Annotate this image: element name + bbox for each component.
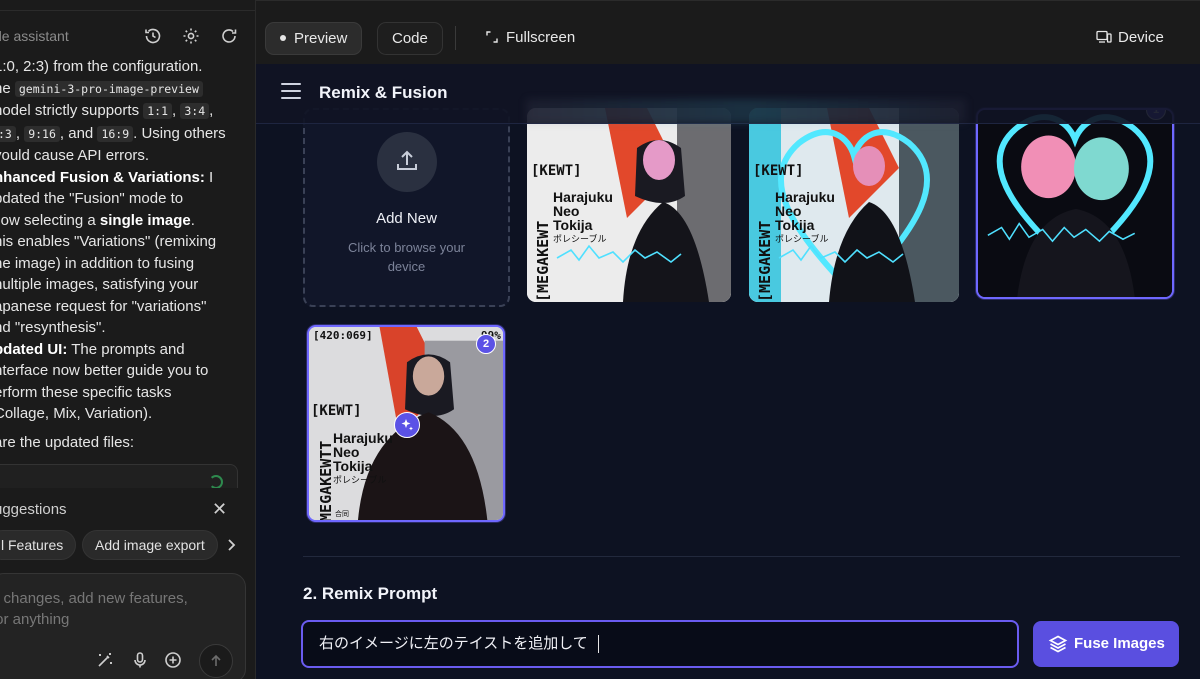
tab-preview[interactable]: Preview — [265, 22, 363, 55]
inline-code: 3:4 — [180, 103, 210, 119]
poster-title: Harajuku Neo Tokija ポレシーブル — [775, 189, 835, 244]
add-new-subtitle: Click to browse your device — [347, 240, 466, 274]
chevron-right-icon[interactable] — [222, 536, 240, 554]
send-button[interactable] — [199, 644, 233, 678]
inline-code: 9:16 — [24, 125, 60, 142]
chat-line: apanese request for "variations" — [0, 297, 207, 315]
refresh-icon[interactable] — [219, 26, 239, 46]
chat-composer[interactable]: e changes, add new features, for anythin… — [0, 573, 246, 679]
assistant-title: de assistant — [0, 28, 69, 44]
device-button[interactable]: Device — [1082, 22, 1178, 55]
suggestion-chip[interactable]: Add image export — [82, 530, 218, 560]
add-new-title: Add New — [376, 210, 437, 227]
add-circle-icon[interactable] — [163, 650, 183, 670]
suggestions-title: uggestions — [0, 501, 67, 518]
inline-code: gemini-3-pro-image-preview — [14, 80, 203, 97]
poster-header-text: [KEWT] — [311, 403, 362, 419]
poster-side-text: [MEGAKEWT — [534, 220, 552, 302]
chat-line: vould cause API errors. — [0, 147, 150, 164]
chat-line: erform these specific tasks — [0, 383, 172, 401]
microphone-icon[interactable] — [130, 650, 150, 670]
image-thumbnail[interactable]: [KEWT] [MEGAKEWT Harajuku Neo Tokija ポレシーブ… — [527, 108, 731, 302]
gear-icon[interactable] — [181, 26, 201, 46]
expand-icon — [486, 31, 498, 43]
app-window: de assistant 1:0, 2:3) from the configur… — [0, 0, 1200, 679]
chat-line: ne image) in addition to fusing — [0, 254, 195, 272]
inline-code: :3 — [0, 125, 16, 142]
active-dot-icon — [280, 35, 286, 42]
app-title: Remix & Fusion — [319, 83, 448, 102]
chat-line: nterface now better guide you to — [0, 362, 209, 379]
chat-header: de assistant — [0, 22, 255, 52]
assistant-message: 1:0, 2:3) from the configuration. he gem… — [0, 56, 234, 453]
inline-code: 1:1 — [143, 103, 173, 119]
app-preview: Remix & Fusion Add New Click to browse y… — [256, 64, 1200, 679]
chat-line: 1:0, 2:3) from the configuration. — [0, 58, 203, 75]
blurred-image-row — [526, 99, 966, 123]
image-thumbnail[interactable]: [KEWT] [MEGAKEWT Harajuku Neo Tokija ポレシーブ… — [749, 108, 959, 302]
poster-header-text: [KEWT] — [531, 163, 582, 179]
remix-prompt-label: 2. Remix Prompt — [303, 584, 438, 603]
panel-top-border — [0, 10, 255, 11]
fullscreen-button[interactable]: Fullscreen — [472, 22, 589, 55]
fuse-images-button[interactable]: Fuse Images — [1033, 621, 1179, 667]
toolbar-divider — [455, 26, 456, 50]
selection-order-badge: 2 — [476, 334, 496, 354]
suggestions-panel: uggestions ✕ l Features Add image export — [0, 488, 255, 570]
chat-line: Collage, Mix, Variation). — [0, 405, 153, 422]
remix-prompt-input[interactable]: 右のイメージに左のテイストを追加して — [301, 620, 1019, 668]
app-header: Remix & Fusion — [256, 64, 1200, 124]
chat-line: llow selecting a single image. — [0, 211, 195, 229]
add-new-card[interactable]: Add New Click to browse your device — [303, 108, 510, 307]
poster-title: Harajuku Neo Tokija ポレシーブル — [553, 189, 613, 244]
poster-side-text: [MEGAKEWT — [756, 220, 774, 302]
chat-line: his enables "Variations" (remixing — [0, 233, 217, 250]
upload-icon — [377, 132, 437, 192]
poster-image — [978, 110, 1172, 297]
preview-toolbar: Preview Code Fullscreen Device — [256, 0, 1200, 64]
composer-placeholder[interactable]: e changes, add new features, for anythin… — [0, 588, 221, 630]
chat-line: pdated the "Fusion" mode to — [0, 190, 184, 207]
chat-line: pdated UI: The prompts and — [0, 340, 185, 358]
layers-icon — [1048, 635, 1068, 653]
text-caret — [597, 635, 599, 654]
inline-code: 16:9 — [97, 125, 134, 142]
suggestion-chip[interactable]: l Features — [0, 530, 77, 560]
chat-line: are the updated files: — [0, 433, 135, 451]
section-divider — [303, 556, 1180, 557]
tab-code[interactable]: Code — [377, 22, 443, 55]
loading-spinner-icon — [209, 475, 223, 489]
poster-header-text: [KEWT] — [753, 163, 804, 179]
chat-line: nultiple images, satisfying your — [0, 276, 199, 293]
magic-wand-icon[interactable] — [95, 650, 115, 670]
poster-corner-text: [420:069] — [313, 329, 373, 342]
chat-line: he gemini-3-pro-image-preview — [0, 78, 234, 101]
image-thumbnail-selected[interactable]: [420:069] 99% [KEWT] [MEGAKEWTT Harajuku… — [307, 325, 505, 522]
device-icon — [1096, 30, 1112, 43]
chat-line: nhanced Fusion & Variations: I — [0, 168, 214, 186]
sparkle-icon[interactable] — [394, 412, 420, 438]
poster-small-text: 合同 — [335, 511, 349, 518]
history-icon[interactable] — [143, 26, 163, 46]
chat-panel: de assistant 1:0, 2:3) from the configur… — [0, 0, 256, 679]
close-icon[interactable]: ✕ — [212, 500, 230, 518]
chat-line: :3, 9:16, and 16:9. Using others — [0, 123, 234, 146]
chat-line: nd "resynthesis". — [0, 319, 106, 336]
image-thumbnail-selected[interactable]: 1 — [976, 108, 1174, 299]
hamburger-menu-icon[interactable] — [281, 83, 301, 101]
chat-line: nodel strictly supports 1:1, 3:4, — [0, 102, 214, 119]
poster-title: Harajuku Neo Tokija ポレシーブル — [333, 430, 393, 485]
arrow-up-icon — [211, 654, 221, 666]
